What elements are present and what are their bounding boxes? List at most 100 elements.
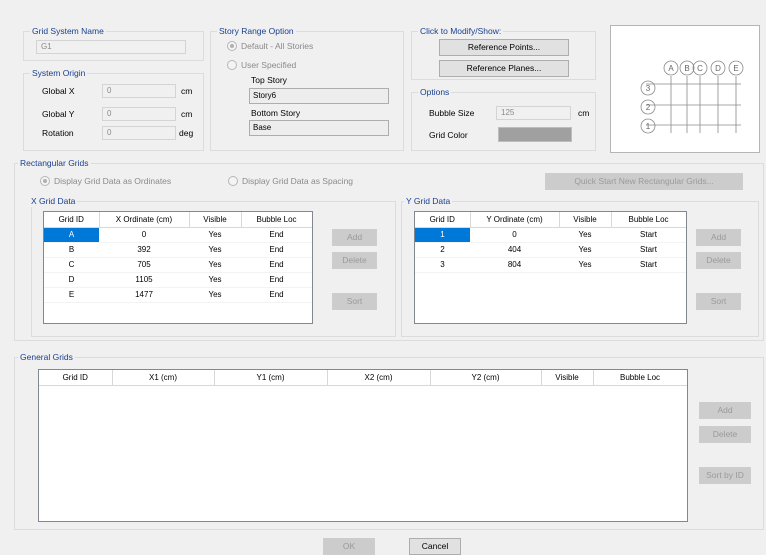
rotation-unit: deg	[179, 128, 194, 138]
bubble-size-field[interactable]: 125	[496, 106, 571, 120]
ordinate-cell[interactable]: 1477	[99, 287, 189, 303]
table-row[interactable]: D 1105 Yes End	[44, 272, 312, 288]
visible-cell[interactable]: Yes	[189, 242, 241, 258]
grid-id-cell[interactable]: C	[44, 257, 99, 273]
grid-id-cell[interactable]: E	[44, 287, 99, 303]
display-spacing-radio[interactable]: Display Grid Data as Spacing	[228, 176, 353, 187]
column-header[interactable]: Grid ID	[39, 370, 113, 386]
x-grid-delete-button[interactable]: Delete	[332, 252, 377, 269]
column-header[interactable]: X Ordinate (cm)	[99, 212, 190, 228]
ordinate-cell[interactable]: 705	[99, 257, 189, 273]
bubble-loc-cell[interactable]: End	[241, 257, 312, 273]
ok-button[interactable]: OK	[323, 538, 375, 555]
column-header[interactable]: Grid ID	[415, 212, 471, 228]
column-header[interactable]: Visible	[189, 212, 242, 228]
ordinate-cell[interactable]: 404	[470, 242, 559, 258]
top-story-label: Top Story	[251, 75, 287, 85]
ordinate-cell[interactable]: 1105	[99, 272, 189, 288]
cancel-button[interactable]: Cancel	[409, 538, 461, 555]
ordinate-cell[interactable]: 0	[470, 227, 559, 243]
visible-cell[interactable]: Yes	[189, 227, 241, 243]
bubble-loc-cell[interactable]: End	[241, 272, 312, 288]
ordinate-cell[interactable]: 392	[99, 242, 189, 258]
global-y-field[interactable]: 0	[102, 107, 176, 121]
column-header[interactable]: Visible	[541, 370, 594, 386]
column-header[interactable]: Y1 (cm)	[214, 370, 328, 386]
bubble-loc-cell[interactable]: Start	[611, 242, 686, 258]
user-specified-radio[interactable]: User Specified	[227, 60, 296, 71]
grid-preview: A B C D E 3 2 1	[610, 25, 760, 153]
bubble-loc-cell[interactable]: Start	[611, 227, 686, 243]
bubble-loc-cell[interactable]: Start	[611, 257, 686, 273]
bubble-loc-cell[interactable]: End	[241, 227, 312, 243]
table-row[interactable]: B 392 Yes End	[44, 242, 312, 258]
radio-selected-icon	[40, 176, 50, 186]
bottom-story-label: Bottom Story	[251, 108, 301, 118]
y-grid-add-button[interactable]: Add	[696, 229, 741, 246]
column-header[interactable]: Y2 (cm)	[430, 370, 542, 386]
x-grid-table[interactable]: Grid ID X Ordinate (cm) Visible Bubble L…	[43, 211, 313, 324]
x-grid-add-button[interactable]: Add	[332, 229, 377, 246]
grid-system-group: Grid System Name G1	[23, 26, 204, 61]
ordinate-cell[interactable]: 0	[99, 227, 189, 243]
sort-by-id-button[interactable]: Sort by ID	[699, 467, 751, 484]
rectangular-grids-group: Rectangular Grids Display Grid Data as O…	[14, 158, 764, 341]
grid-id-cell[interactable]: 2	[415, 242, 470, 258]
column-header[interactable]: X2 (cm)	[327, 370, 431, 386]
y-grid-delete-button[interactable]: Delete	[696, 252, 741, 269]
grid-id-cell[interactable]: A	[44, 227, 99, 243]
global-x-field[interactable]: 0	[102, 84, 176, 98]
x-grid-sort-button[interactable]: Sort	[332, 293, 377, 310]
grid-id-cell[interactable]: B	[44, 242, 99, 258]
grid-color-swatch[interactable]	[498, 127, 572, 142]
general-grids-title: General Grids	[18, 352, 75, 363]
grid-id-cell[interactable]: 1	[415, 227, 470, 243]
grid-system-title: Grid System Name	[30, 26, 106, 37]
visible-cell[interactable]: Yes	[559, 227, 611, 243]
global-x-unit: cm	[181, 86, 193, 96]
rotation-field[interactable]: 0	[102, 126, 176, 140]
default-stories-radio[interactable]: Default - All Stories	[227, 41, 313, 52]
grid-system-name-field[interactable]: G1	[36, 40, 186, 54]
general-grids-table[interactable]: Grid ID X1 (cm) Y1 (cm) X2 (cm) Y2 (cm) …	[38, 369, 688, 522]
reference-points-button[interactable]: Reference Points...	[439, 39, 569, 56]
column-header[interactable]: Visible	[559, 212, 612, 228]
y-grid-header-row: Grid ID Y Ordinate (cm) Visible Bubble L…	[415, 212, 686, 228]
global-x-label: Global X	[42, 86, 75, 96]
table-row[interactable]: 2 404 Yes Start	[415, 242, 686, 258]
y-grid-sort-button[interactable]: Sort	[696, 293, 741, 310]
bottom-story-select[interactable]: Base	[249, 120, 389, 136]
column-header[interactable]: Bubble Loc	[593, 370, 687, 386]
y-grid-table[interactable]: Grid ID Y Ordinate (cm) Visible Bubble L…	[414, 211, 687, 324]
ordinate-cell[interactable]: 804	[470, 257, 559, 273]
system-origin-title: System Origin	[30, 68, 88, 79]
general-delete-button[interactable]: Delete	[699, 426, 751, 443]
grid-id-cell[interactable]: 3	[415, 257, 470, 273]
table-row[interactable]: 1 0 Yes Start	[415, 227, 686, 243]
top-story-select[interactable]: Story6	[249, 88, 389, 104]
reference-planes-button[interactable]: Reference Planes...	[439, 60, 569, 77]
visible-cell[interactable]: Yes	[559, 257, 611, 273]
visible-cell[interactable]: Yes	[189, 287, 241, 303]
rectangular-grids-title: Rectangular Grids	[18, 158, 91, 169]
bubble-loc-cell[interactable]: End	[241, 242, 312, 258]
visible-cell[interactable]: Yes	[189, 272, 241, 288]
column-header[interactable]: X1 (cm)	[112, 370, 215, 386]
visible-cell[interactable]: Yes	[189, 257, 241, 273]
table-row[interactable]: 3 804 Yes Start	[415, 257, 686, 273]
column-header[interactable]: Bubble Loc	[241, 212, 312, 228]
visible-cell[interactable]: Yes	[559, 242, 611, 258]
rotation-label: Rotation	[42, 128, 74, 138]
table-row[interactable]: A 0 Yes End	[44, 227, 312, 243]
display-ordinates-radio[interactable]: Display Grid Data as Ordinates	[40, 176, 171, 187]
column-header[interactable]: Y Ordinate (cm)	[470, 212, 560, 228]
bubble-loc-cell[interactable]: End	[241, 287, 312, 303]
column-header[interactable]: Bubble Loc	[611, 212, 686, 228]
y-grid-group: Y Grid Data Grid ID Y Ordinate (cm) Visi…	[401, 196, 759, 337]
table-row[interactable]: C 705 Yes End	[44, 257, 312, 273]
column-header[interactable]: Grid ID	[44, 212, 100, 228]
grid-id-cell[interactable]: D	[44, 272, 99, 288]
table-row[interactable]: E 1477 Yes End	[44, 287, 312, 303]
quick-start-button[interactable]: Quick Start New Rectangular Grids...	[545, 173, 743, 190]
general-add-button[interactable]: Add	[699, 402, 751, 419]
